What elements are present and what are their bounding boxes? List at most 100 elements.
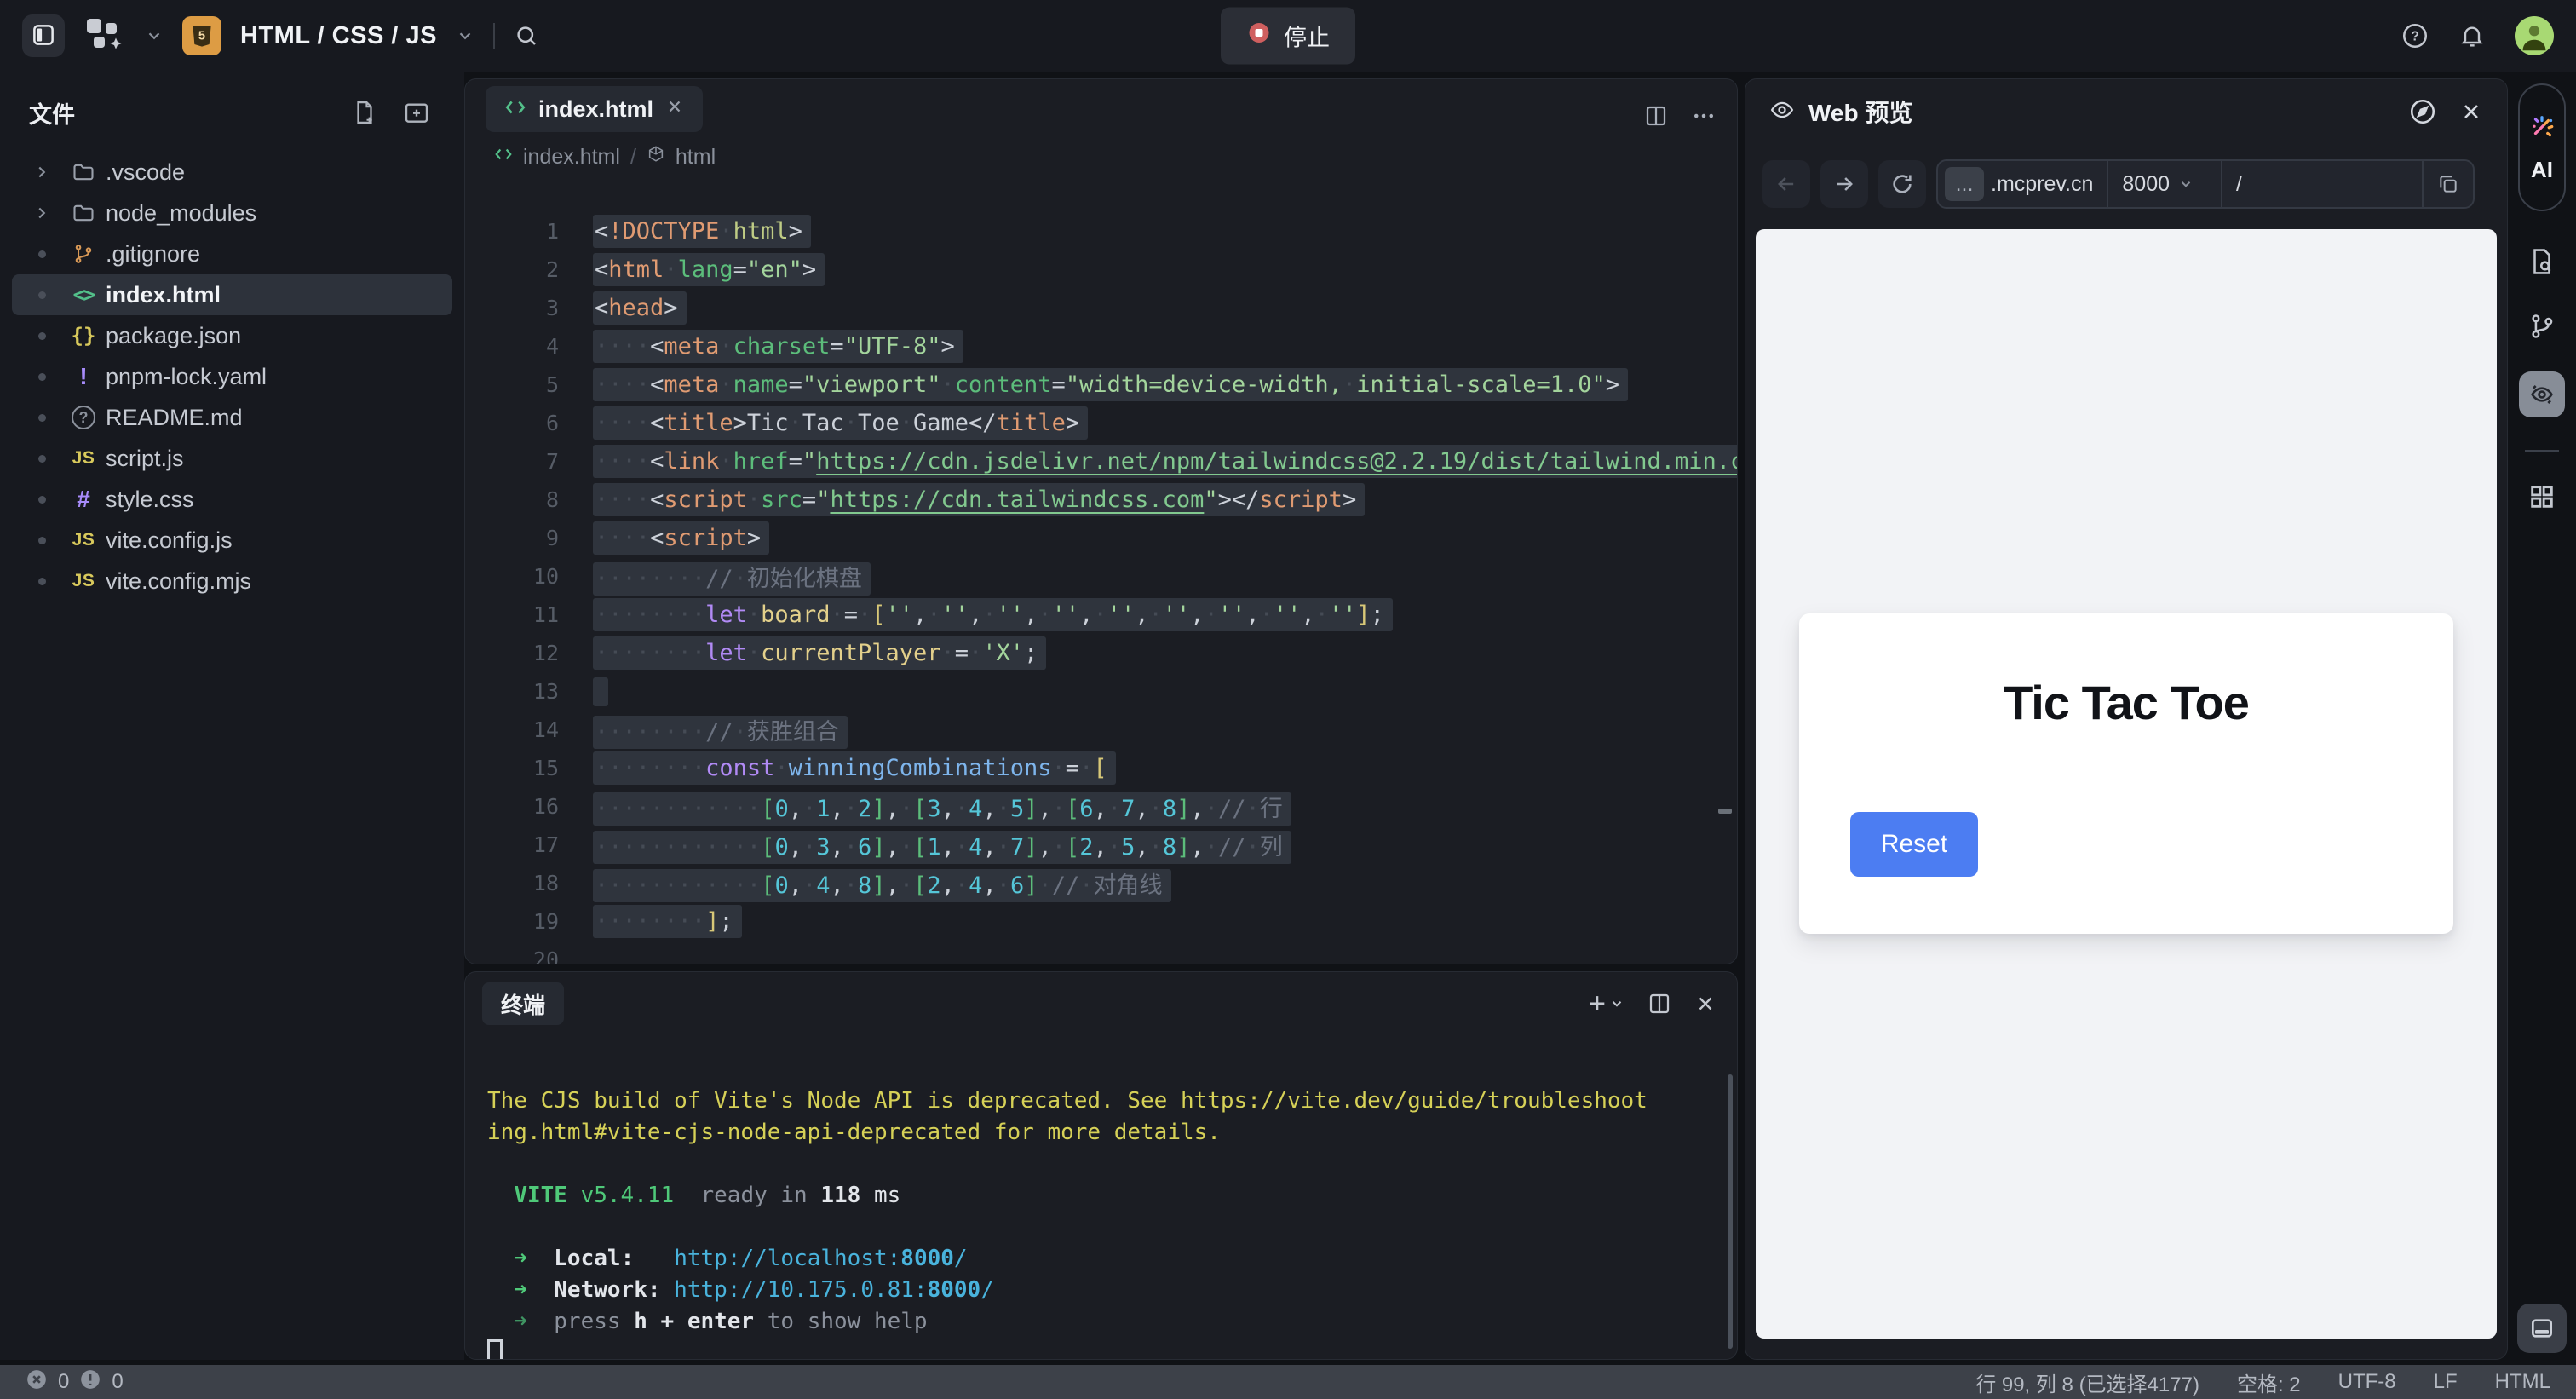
url-bar[interactable]: ... .mcprev.cn 8000 /	[1936, 159, 2475, 209]
file-row--gitignore[interactable]: .gitignore	[12, 233, 452, 274]
file-row-index-html[interactable]: <> index.html	[12, 274, 452, 315]
help-icon[interactable]: ?	[2401, 21, 2429, 50]
preview-eye-icon[interactable]	[2519, 371, 2565, 417]
code-line[interactable]: 20	[465, 941, 1737, 964]
file-row-style-css[interactable]: # style.css	[12, 479, 452, 520]
code-line[interactable]: 18 ············[0,·4,·8],·[2,·4,·6]·//·对角…	[465, 864, 1737, 902]
new-folder-icon[interactable]	[403, 99, 430, 126]
code-line[interactable]: 16 ············[0,·1,·2],·[3,·4,·5],·[6,·…	[465, 787, 1737, 826]
stop-button[interactable]: 停止	[1221, 7, 1355, 65]
search-icon[interactable]	[514, 23, 539, 49]
sidebar-toggle-button[interactable]	[22, 14, 65, 57]
terminal-output[interactable]: The CJS build of Vite's Node API is depr…	[465, 1085, 1737, 1359]
file-row-script-js[interactable]: JS script.js	[12, 438, 452, 479]
code-line[interactable]: 10 ········//·初始化棋盘	[465, 557, 1737, 596]
chevron-down-icon[interactable]	[456, 26, 474, 45]
back-button[interactable]	[1762, 160, 1810, 208]
file-row-README-md[interactable]: ? README.md	[12, 397, 452, 438]
terminal-scrollbar[interactable]	[1728, 1074, 1733, 1349]
code-line[interactable]: 13	[465, 672, 1737, 711]
code-line[interactable]: 8 ····<script·src="https://cdn.tailwindcs…	[465, 481, 1737, 519]
app-logo[interactable]	[83, 15, 126, 57]
split-panel-icon[interactable]	[1647, 991, 1672, 1016]
new-file-icon[interactable]	[352, 100, 377, 125]
indent-setting[interactable]: 空格: 2	[2237, 1367, 2301, 1397]
code-line[interactable]: 15 ········const·winningCombinations·=·[	[465, 749, 1737, 787]
forward-button[interactable]	[1820, 160, 1868, 208]
breadcrumb-file[interactable]: index.html	[523, 145, 620, 170]
stop-label: 停止	[1284, 25, 1330, 51]
file-row-pnpm-lock-yaml[interactable]: ! pnpm-lock.yaml	[12, 356, 452, 397]
code-line[interactable]: 6 ····<title>Tic·Tac·Toe·Game</title>	[465, 404, 1737, 442]
url-host[interactable]: .mcprev.cn	[1991, 172, 2093, 197]
more-actions-icon[interactable]	[1691, 103, 1716, 129]
code-line-content: ····<meta·name="viewport"·content="width…	[593, 368, 1629, 401]
line-number: 6	[545, 411, 559, 435]
grid-icon[interactable]	[2527, 482, 2556, 511]
file-row-node-modules[interactable]: node_modules	[12, 193, 452, 233]
scrollbar-mark[interactable]	[1718, 809, 1732, 814]
url-path[interactable]: /	[2236, 172, 2422, 197]
compass-icon[interactable]	[2408, 97, 2437, 126]
file-row-package-json[interactable]: {} package.json	[12, 315, 452, 356]
refresh-button[interactable]	[1878, 160, 1926, 208]
ai-assistant-button[interactable]: AI	[2518, 83, 2566, 211]
editor-tab-actions	[1643, 103, 1716, 129]
code-line[interactable]: 11 ········let·board·=·['',·'',·'',·'',·'…	[465, 596, 1737, 634]
code-line[interactable]: 2 <html·lang="en">	[465, 250, 1737, 289]
new-terminal-button[interactable]: +	[1589, 987, 1624, 1021]
plus-icon: +	[1589, 987, 1606, 1020]
code-line[interactable]: 1 <!DOCTYPE·html>	[465, 212, 1737, 250]
js-file-icon: JS	[72, 571, 95, 590]
code-area[interactable]: 1 <!DOCTYPE·html> 2 <html·lang="en"> 3 <head>…	[465, 176, 1737, 964]
notifications-icon[interactable]	[2458, 22, 2486, 49]
tab-index-html[interactable]: index.html	[486, 86, 704, 132]
terminal-line: ing.html#vite-cjs-node-api-deprecated fo…	[487, 1119, 1221, 1145]
problems-summary[interactable]: 0 0	[26, 1368, 124, 1396]
html-file-icon: <>	[72, 283, 96, 307]
file-status-dot	[22, 331, 61, 340]
panel-bottom-icon[interactable]	[2517, 1304, 2567, 1353]
terminal-cursor	[487, 1339, 503, 1359]
preview-viewport[interactable]: Tic Tac Toe Reset	[1756, 229, 2497, 1339]
line-number: 9	[545, 526, 559, 550]
copy-url-button[interactable]	[2422, 161, 2473, 207]
code-line[interactable]: 9 ····<script>	[465, 519, 1737, 557]
eol-setting[interactable]: LF	[2434, 1370, 2458, 1394]
avatar[interactable]	[2515, 16, 2554, 55]
close-icon[interactable]	[2459, 100, 2483, 124]
git-branch-icon[interactable]	[2527, 312, 2556, 341]
code-line[interactable]: 7 ····<link·href="https://cdn.jsdelivr.ne…	[465, 442, 1737, 481]
reset-button[interactable]: Reset	[1850, 812, 1978, 877]
close-icon[interactable]	[1694, 993, 1716, 1015]
breadcrumb-symbol[interactable]: html	[676, 145, 716, 170]
code-line[interactable]: 14 ········//·获胜组合	[465, 711, 1737, 749]
breadcrumb[interactable]: index.html / html	[465, 137, 1737, 176]
preview-header-actions	[2408, 97, 2483, 126]
file-row--vscode[interactable]: .vscode	[12, 152, 452, 193]
terminal-line: ➜ Local: http://localhost: 8000/	[487, 1245, 968, 1271]
file-search-icon[interactable]	[2527, 247, 2556, 276]
port-select[interactable]: 8000	[2108, 172, 2207, 197]
line-number: 15	[532, 756, 559, 780]
file-row-vite-config-mjs[interactable]: JS vite.config.mjs	[12, 561, 452, 602]
line-number: 16	[532, 794, 559, 819]
warnings-count: 0	[112, 1370, 124, 1393]
url-prefix-chip[interactable]: ...	[1945, 167, 1984, 201]
split-editor-icon[interactable]	[1643, 103, 1669, 129]
chevron-down-icon[interactable]	[145, 26, 164, 45]
ai-sparkle-icon	[2527, 112, 2557, 145]
code-line[interactable]: 3 <head>	[465, 289, 1737, 327]
code-line[interactable]: 17 ············[0,·3,·6],·[1,·4,·7],·[2,·…	[465, 826, 1737, 864]
file-row-vite-config-js[interactable]: JS vite.config.js	[12, 520, 452, 561]
encoding[interactable]: UTF-8	[2338, 1370, 2396, 1394]
tab-terminal[interactable]: 终端	[482, 982, 565, 1025]
cursor-position[interactable]: 行 99, 列 8 (已选择4177)	[1975, 1367, 2199, 1397]
code-line[interactable]: 12 ········let·currentPlayer·=·'X';	[465, 634, 1737, 672]
code-line[interactable]: 19 ········];	[465, 902, 1737, 941]
close-icon[interactable]	[665, 97, 684, 122]
code-line[interactable]: 5 ····<meta·name="viewport"·content="widt…	[465, 366, 1737, 404]
language-mode[interactable]: HTML	[2495, 1370, 2550, 1394]
code-line[interactable]: 4 ····<meta·charset="UTF-8">	[465, 327, 1737, 366]
